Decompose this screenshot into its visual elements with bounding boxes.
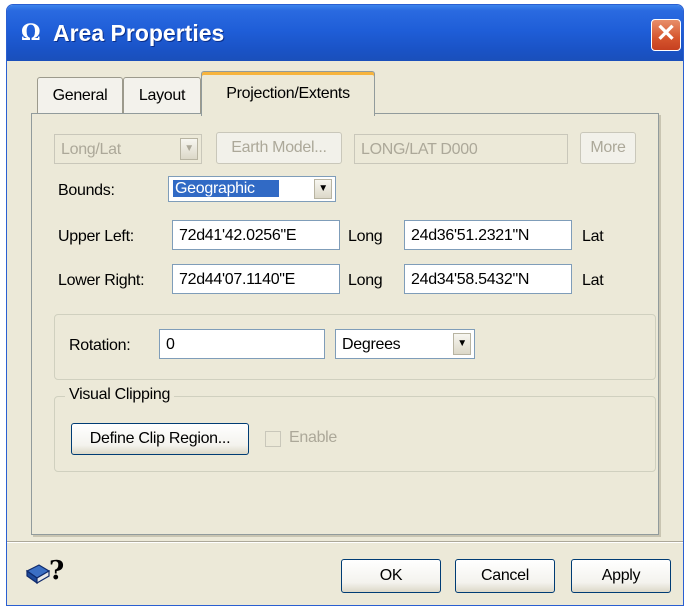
area-properties-window: Ω Area Properties ✕ General Layout Proje… xyxy=(6,4,684,606)
lower-right-long-field[interactable]: 72d44'07.1140"E xyxy=(172,264,340,294)
upper-left-long-unit: Long xyxy=(348,228,383,245)
rotation-field[interactable]: 0 xyxy=(159,329,325,359)
close-button[interactable]: ✕ xyxy=(651,19,681,51)
lower-right-label: Lower Right: xyxy=(58,272,145,289)
apply-button[interactable]: Apply xyxy=(571,559,671,593)
bounds-label: Bounds: xyxy=(58,182,115,199)
bounds-select[interactable]: Geographic ▼ xyxy=(168,176,336,202)
dialog-footer: ? OK Cancel Apply xyxy=(7,541,683,605)
globe-app-icon: Ω xyxy=(21,20,41,46)
projection-extents-panel: Long/Lat ▼ Earth Model... LONG/LAT D000 … xyxy=(31,113,659,535)
rotation-group: Rotation: 0 Degrees ▼ xyxy=(54,314,656,380)
enable-label: Enable xyxy=(289,429,338,446)
lower-right-long-unit: Long xyxy=(348,272,383,289)
ok-button[interactable]: OK xyxy=(341,559,441,593)
chevron-down-icon[interactable]: ▼ xyxy=(453,333,471,355)
rotation-label: Rotation: xyxy=(69,337,131,354)
visual-clipping-group: Visual Clipping Define Clip Region... En… xyxy=(54,386,656,472)
projection-string-field: LONG/LAT D000 xyxy=(354,134,568,164)
chevron-down-icon[interactable]: ▼ xyxy=(314,179,332,199)
more-button: More xyxy=(580,132,636,164)
help-book-icon[interactable]: ? xyxy=(25,557,65,587)
define-clip-region-button[interactable]: Define Clip Region... xyxy=(71,423,249,455)
upper-left-label: Upper Left: xyxy=(58,228,134,245)
rotation-unit-value: Degrees xyxy=(342,336,401,353)
enable-checkbox xyxy=(265,431,281,447)
tab-layout[interactable]: Layout xyxy=(123,77,201,114)
bounds-value: Geographic xyxy=(173,180,279,197)
upper-left-lat-unit: Lat xyxy=(582,228,604,245)
window-title: Area Properties xyxy=(53,20,225,46)
tab-general[interactable]: General xyxy=(37,77,123,114)
lower-right-lat-unit: Lat xyxy=(582,272,604,289)
earth-model-button: Earth Model... xyxy=(216,132,342,164)
lower-right-lat-field[interactable]: 24d34'58.5432"N xyxy=(404,264,572,294)
dialog-body: General Layout Projection/Extents Long/L… xyxy=(7,61,683,605)
help-question-mark: ? xyxy=(49,556,65,586)
visual-clipping-title: Visual Clipping xyxy=(65,386,175,404)
cancel-button[interactable]: Cancel xyxy=(455,559,555,593)
upper-left-long-field[interactable]: 72d41'42.0256"E xyxy=(172,220,340,250)
tab-projection-extents[interactable]: Projection/Extents xyxy=(201,71,375,116)
chevron-down-icon: ▼ xyxy=(180,138,198,160)
title-bar[interactable]: Ω Area Properties ✕ xyxy=(7,5,683,61)
rotation-unit-select[interactable]: Degrees ▼ xyxy=(335,329,475,359)
upper-left-lat-field[interactable]: 24d36'51.2321"N xyxy=(404,220,572,250)
projection-system-select: Long/Lat ▼ xyxy=(54,134,202,164)
projection-system-value: Long/Lat xyxy=(61,141,121,158)
